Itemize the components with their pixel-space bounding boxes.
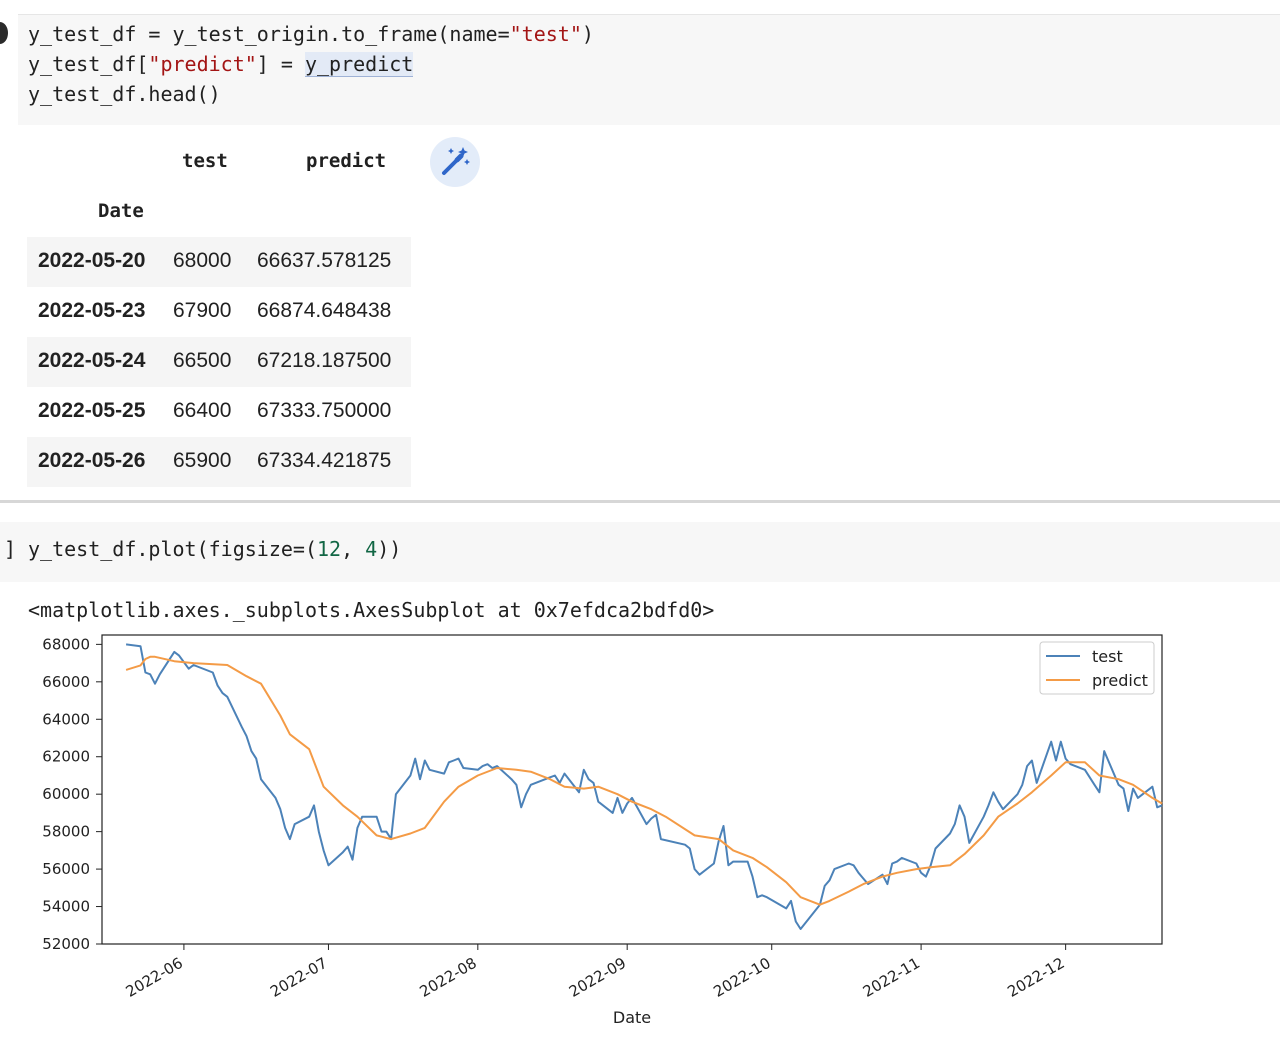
- x-tick-label: 2022-09: [566, 954, 629, 1001]
- predict-cell: 67218.187500: [257, 349, 392, 372]
- predict-cell: 67333.750000: [257, 399, 392, 422]
- x-tick-label: 2022-12: [1004, 954, 1067, 1001]
- y-tick-label: 64000: [42, 710, 90, 728]
- predict-cell: 66874.648438: [257, 299, 392, 322]
- test-cell: 68000: [173, 249, 232, 272]
- x-tick-label: 2022-08: [417, 954, 480, 1001]
- x-tick-label: 2022-11: [860, 954, 923, 1001]
- index-cell: 2022-05-25: [38, 399, 146, 422]
- table-row: 2022-05-24 66500 67218.187500: [27, 337, 411, 387]
- legend-label-predict: predict: [1092, 671, 1148, 690]
- string-token: "predict": [148, 52, 257, 76]
- test-cell: 65900: [173, 449, 232, 472]
- y-tick-label: 68000: [42, 635, 90, 653]
- predict-cell: 67334.421875: [257, 449, 392, 472]
- code-editor-2[interactable]: ] y_test_df.plot(figsize=(12, 4)): [0, 522, 1280, 582]
- output-repr: <matplotlib.axes._subplots.AxesSubplot a…: [28, 598, 715, 622]
- code-token: y_test_df.head(): [28, 82, 221, 106]
- code-token: ,: [341, 537, 366, 561]
- code-token: ] =: [256, 52, 305, 76]
- y-tick-label: 54000: [42, 898, 90, 916]
- y-tick-label: 62000: [42, 748, 90, 766]
- code-editor-1[interactable]: y_test_df = y_test_origin.to_frame(name=…: [18, 14, 1280, 125]
- x-tick-label: 2022-06: [123, 954, 186, 1001]
- magic-wand-icon: [442, 147, 470, 175]
- cell-output-1: test predict Date 2022-05-20 68000 66637.5…: [0, 124, 1280, 500]
- highlighted-token: y_predict: [304, 52, 414, 77]
- test-cell: 66400: [173, 399, 232, 422]
- chart-legend: test predict: [1039, 641, 1155, 695]
- y-tick-label: 58000: [42, 823, 90, 841]
- y-tick-label: 52000: [42, 935, 90, 953]
- x-tick-label: 2022-07: [267, 954, 330, 1001]
- code-line: y_test_df["predict"] = y_predict: [28, 49, 414, 79]
- table-row: 2022-05-23 67900 66874.648438: [27, 287, 411, 337]
- x-tick-label: 2022-10: [710, 954, 773, 1001]
- index-cell: 2022-05-20: [38, 249, 146, 272]
- predict-cell: 66637.578125: [257, 249, 392, 272]
- index-cell: 2022-05-26: [38, 449, 146, 472]
- table-row: 2022-05-25 66400 67333.750000: [27, 387, 411, 437]
- magic-wand-button[interactable]: [430, 137, 480, 187]
- cell-execution-bracket: ]: [4, 537, 17, 561]
- legend-label-test: test: [1092, 647, 1123, 666]
- number-token: 4: [365, 537, 378, 561]
- code-line: y_test_df.plot(figsize=(12, 4)): [28, 537, 401, 561]
- column-header-predict: predict: [306, 150, 387, 172]
- plot-area: [101, 634, 1163, 945]
- y-tick-label: 60000: [42, 785, 90, 803]
- code-token: y_test_df[: [28, 52, 149, 76]
- test-cell: 66500: [173, 349, 232, 372]
- index-header-date: Date: [98, 200, 144, 222]
- y-tick-label: 56000: [42, 860, 90, 878]
- cell-divider: [0, 500, 1280, 503]
- index-cell: 2022-05-24: [38, 349, 146, 372]
- table-row: 2022-05-26 65900 67334.421875: [27, 437, 411, 487]
- run-cell-button[interactable]: [0, 22, 8, 44]
- code-token: )): [377, 537, 402, 561]
- code-token: ): [581, 22, 594, 46]
- notebook-cell-1: y_test_df = y_test_origin.to_frame(name=…: [0, 0, 1280, 502]
- test-cell: 67900: [173, 299, 232, 322]
- y-tick-label: 66000: [42, 673, 90, 691]
- line-chart: 52000 54000 56000 58000 60000 62000 64000 66000…: [42, 634, 1163, 1027]
- code-line: y_test_df.head(): [28, 79, 221, 109]
- x-axis-label: Date: [613, 1008, 651, 1027]
- index-cell: 2022-05-23: [38, 299, 146, 322]
- number-token: 12: [316, 537, 342, 561]
- code-token: y_test_df.plot(figsize=(: [28, 537, 317, 561]
- table-row: 2022-05-20 68000 66637.578125: [27, 237, 411, 287]
- string-token: "test": [509, 22, 582, 46]
- code-line: y_test_df = y_test_origin.to_frame(name=…: [28, 19, 594, 49]
- column-header-test: test: [182, 150, 228, 172]
- code-token: y_test_df = y_test_origin.to_frame(name=: [28, 22, 510, 46]
